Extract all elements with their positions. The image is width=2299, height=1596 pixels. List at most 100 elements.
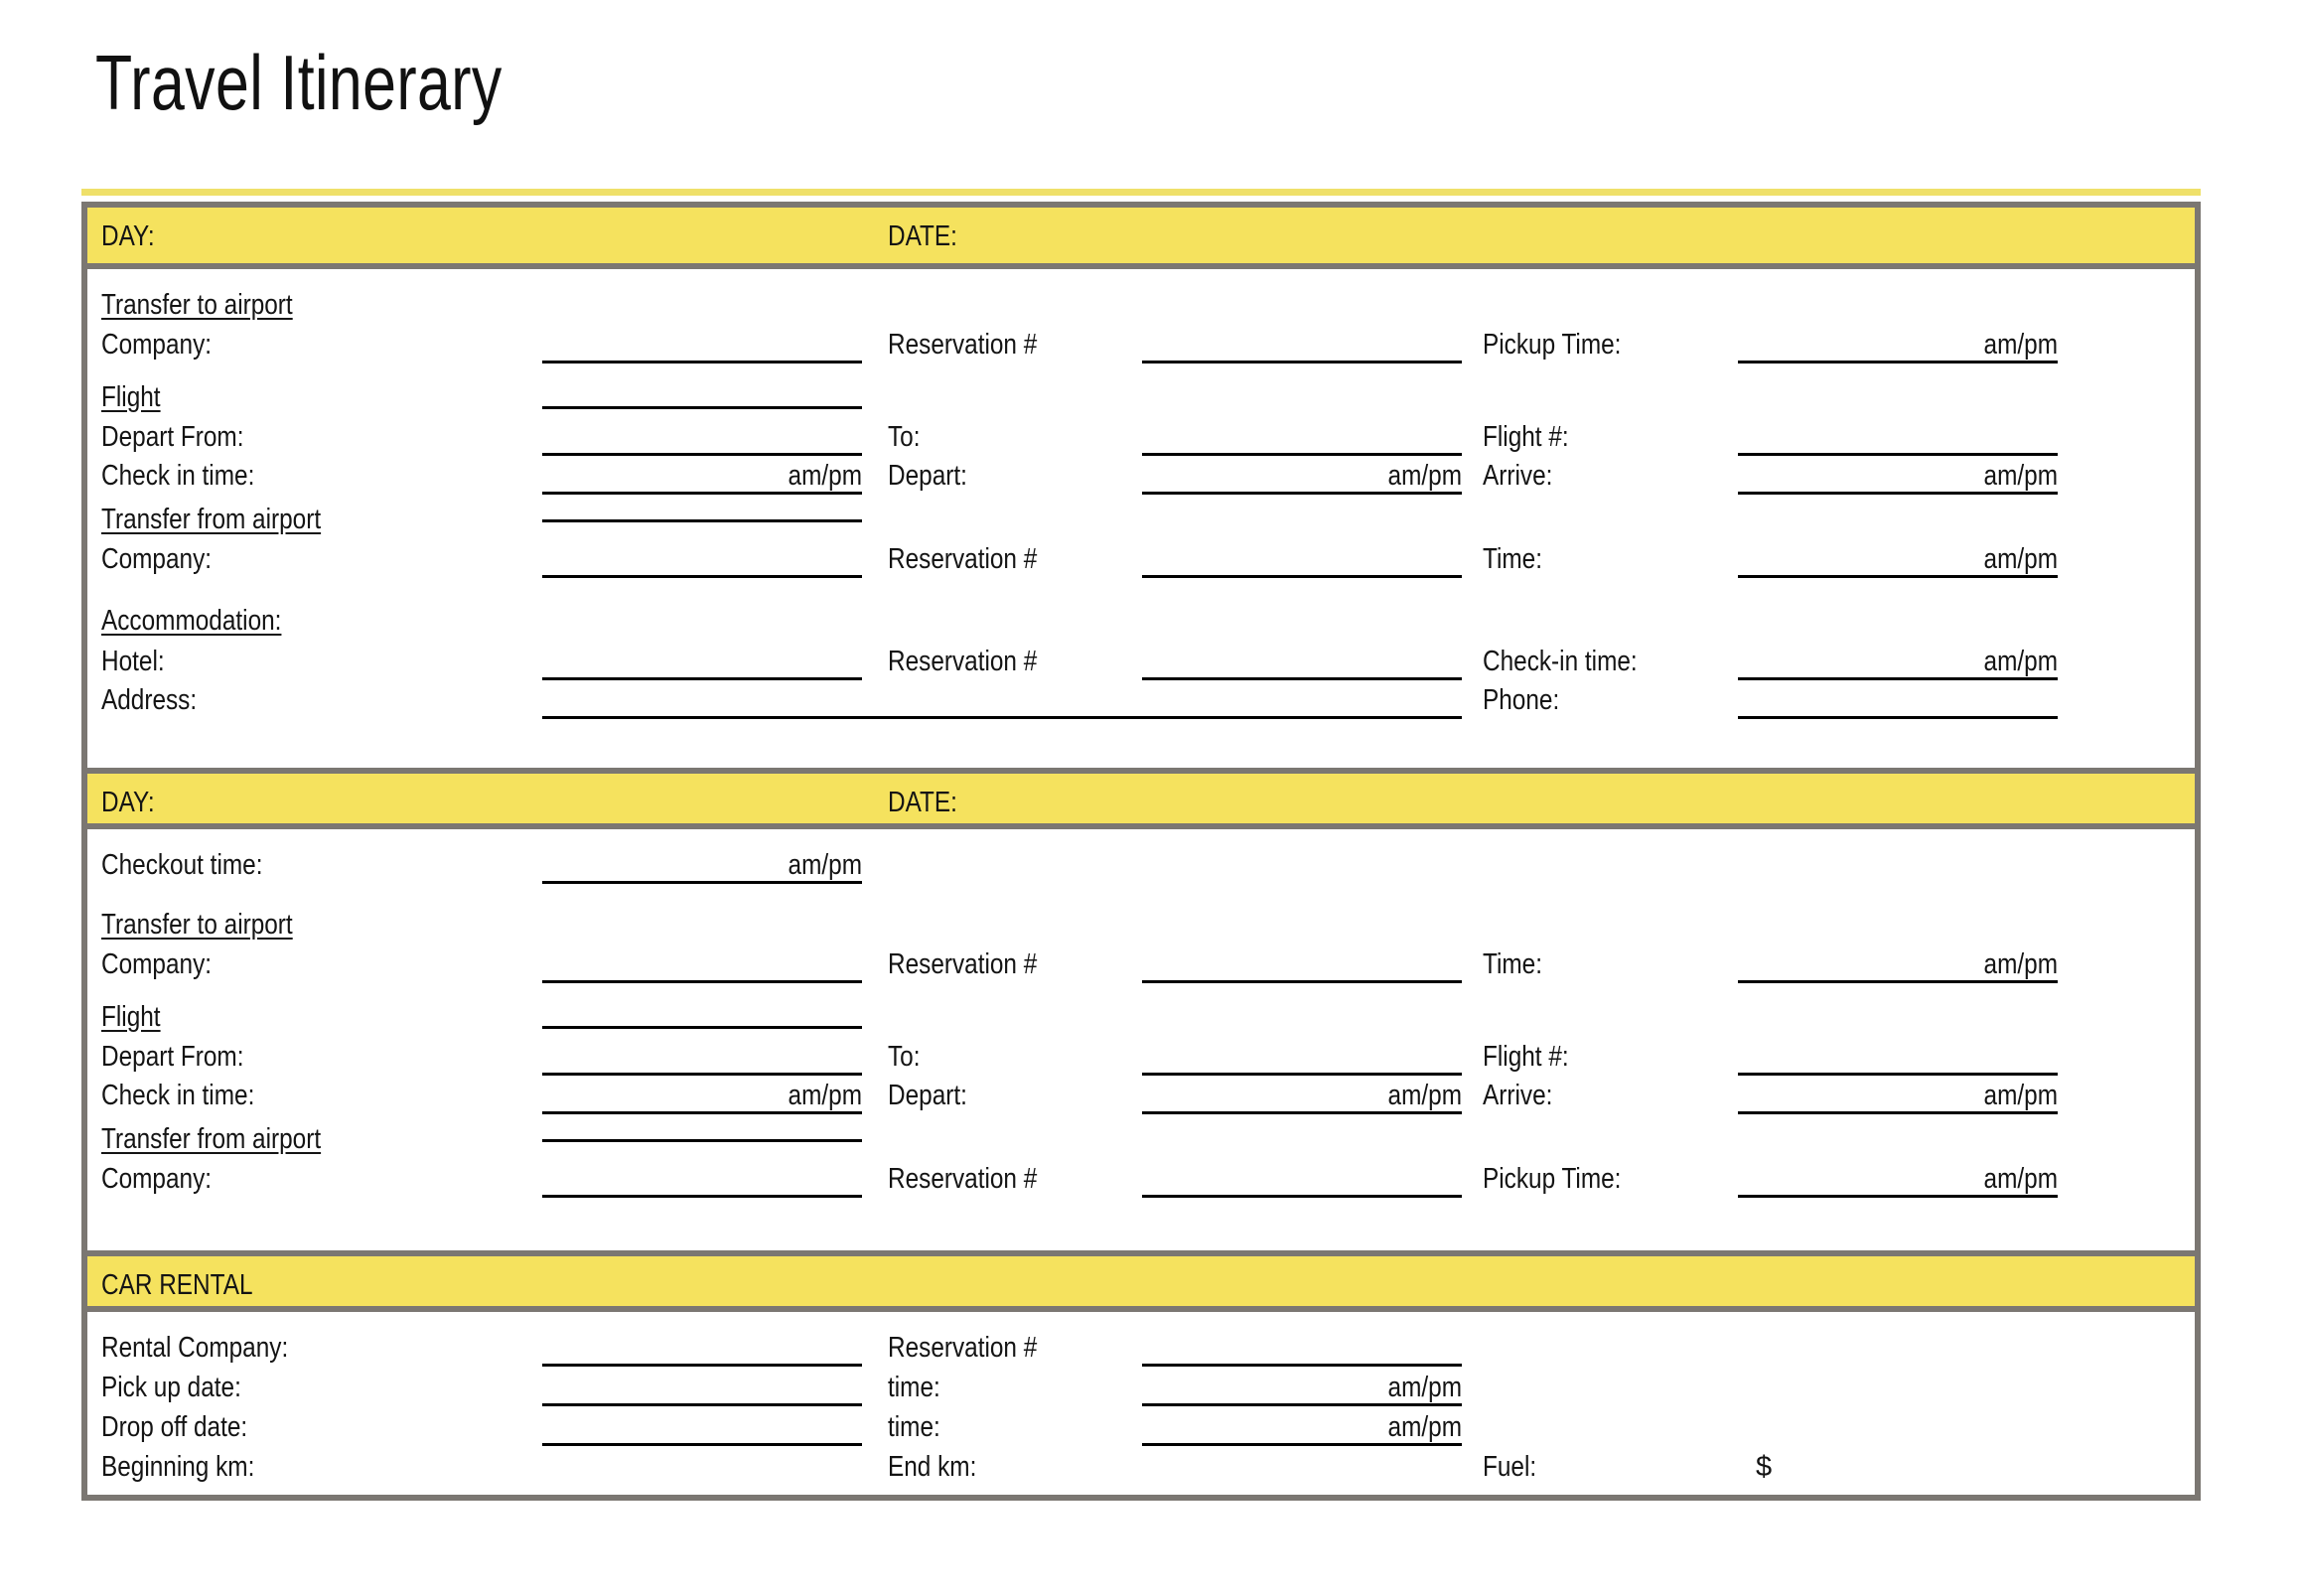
day1-check-in-time-label: Check in time: (101, 460, 255, 492)
day1-accommodation-heading: Accommodation: (101, 605, 282, 637)
day2-arrive-time-input[interactable] (1738, 1111, 2058, 1114)
day2-flight-no-input[interactable] (1738, 1073, 2058, 1076)
day1-depart-from-input[interactable] (542, 453, 862, 456)
day2-transfer-from-pickup-ampm: am/pm (1983, 1163, 2058, 1195)
rental-pick-up-date-label: Pick up date: (101, 1372, 241, 1403)
day2-checkout-ampm: am/pm (788, 849, 862, 881)
day2-checkout-time-input[interactable] (542, 881, 862, 884)
car-rental-heading: CAR RENTAL (101, 1269, 253, 1301)
day2-transfer-from-company-input-top[interactable] (542, 1139, 862, 1142)
rental-drop-off-ampm: am/pm (1387, 1411, 1462, 1443)
travel-itinerary-page: Travel Itinerary DAY: DATE: Transfer to … (0, 0, 2299, 1596)
car-rental-header-band: CAR RENTAL (87, 1250, 2195, 1306)
day2-transfer-from-pickup-time-label: Pickup Time: (1483, 1163, 1622, 1195)
day1-transfer-to-pickup-time-input[interactable] (1738, 361, 2058, 363)
day1-arrive-time-input[interactable] (1738, 492, 2058, 495)
day2-transfer-to-reservation-label: Reservation # (888, 948, 1038, 980)
day2-transfer-from-pickup-input[interactable] (1738, 1195, 2058, 1198)
day2-transfer-to-airport-heading: Transfer to airport (101, 909, 293, 941)
day2-check-in-ampm: am/pm (788, 1080, 862, 1111)
day1-transfer-from-airport-heading: Transfer from airport (101, 504, 322, 535)
day1-hotel-check-in-input[interactable] (1738, 677, 2058, 680)
day2-check-in-time-label: Check in time: (101, 1080, 255, 1111)
day1-transfer-to-reservation-input[interactable] (1142, 361, 1462, 363)
day1-transfer-to-company-input[interactable] (542, 361, 862, 363)
day1-transfer-from-company-label: Company: (101, 543, 213, 575)
day1-arrive-ampm: am/pm (1983, 460, 2058, 492)
day2-transfer-from-reservation-input[interactable] (1142, 1195, 1462, 1198)
day1-hotel-input[interactable] (542, 677, 862, 680)
page-title: Travel Itinerary (95, 39, 503, 126)
day1-transfer-to-reservation-label: Reservation # (888, 329, 1038, 361)
day1-hotel-reservation-input[interactable] (1142, 677, 1462, 680)
day2-transfer-from-company-input[interactable] (542, 1195, 862, 1198)
day2-depart-from-input[interactable] (542, 1073, 862, 1076)
rental-company-label: Rental Company: (101, 1332, 289, 1364)
day2-depart-from-label: Depart From: (101, 1041, 244, 1073)
day1-phone-input[interactable] (1738, 716, 2058, 719)
day1-transfer-from-time-label: Time: (1483, 543, 1543, 575)
rental-fuel-label: Fuel: (1483, 1451, 1537, 1483)
day2-to-input[interactable] (1142, 1073, 1462, 1076)
day2-depart-label: Depart: (888, 1080, 967, 1111)
day1-phone-label: Phone: (1483, 684, 1560, 716)
day2-header-band: DAY: DATE: (87, 768, 2195, 823)
rental-pick-up-time-input[interactable] (1142, 1403, 1462, 1406)
day2-transfer-to-time-label: Time: (1483, 948, 1543, 980)
day2-depart-ampm: am/pm (1387, 1080, 1462, 1111)
day1-depart-time-input[interactable] (1142, 492, 1462, 495)
day1-address-label: Address: (101, 684, 198, 716)
day1-transfer-to-pickup-ampm: am/pm (1983, 329, 2058, 361)
title-underline-rule (81, 189, 2201, 196)
rental-pick-up-date-input[interactable] (542, 1403, 862, 1406)
rental-beginning-km-label: Beginning km: (101, 1451, 255, 1483)
day2-flight-heading: Flight (101, 1001, 161, 1033)
rental-drop-off-date-label: Drop off date: (101, 1411, 248, 1443)
day1-day-label: DAY: (101, 220, 155, 252)
rental-reservation-label: Reservation # (888, 1332, 1038, 1364)
day1-transfer-to-pickup-time-label: Pickup Time: (1483, 329, 1622, 361)
rental-end-km-label: End km: (888, 1451, 977, 1483)
day1-transfer-from-company-input-top[interactable] (542, 519, 862, 522)
day1-transfer-from-reservation-input[interactable] (1142, 575, 1462, 578)
itinerary-table: DAY: DATE: Transfer to airport Company: … (81, 202, 2201, 1501)
day1-depart-from-label: Depart From: (101, 421, 244, 453)
day2-transfer-to-company-input[interactable] (542, 980, 862, 983)
day2-flight-name-input[interactable] (542, 1026, 862, 1029)
day1-to-input[interactable] (1142, 453, 1462, 456)
rental-drop-off-time-input[interactable] (1142, 1443, 1462, 1446)
rental-reservation-input[interactable] (1142, 1364, 1462, 1367)
day1-flight-no-label: Flight #: (1483, 421, 1569, 453)
day1-hotel-reservation-label: Reservation # (888, 646, 1038, 677)
day1-flight-heading: Flight (101, 381, 161, 413)
day1-check-in-time-hotel-label: Check-in time: (1483, 646, 1638, 677)
rental-pick-up-time-label: time: (888, 1372, 940, 1403)
day1-check-in-ampm: am/pm (788, 460, 862, 492)
day1-hotel-check-in-ampm: am/pm (1983, 646, 2058, 677)
rental-fuel-currency: $ (1756, 1451, 1773, 1483)
day1-arrive-label: Arrive: (1483, 460, 1553, 492)
day1-flight-name-input[interactable] (542, 406, 862, 409)
day1-transfer-to-airport-heading: Transfer to airport (101, 289, 293, 321)
rental-drop-off-date-input[interactable] (542, 1443, 862, 1446)
day2-transfer-from-airport-heading: Transfer from airport (101, 1123, 322, 1155)
day1-check-in-time-input[interactable] (542, 492, 862, 495)
day1-address-input[interactable] (542, 716, 1462, 719)
rental-company-input[interactable] (542, 1364, 862, 1367)
day1-depart-ampm: am/pm (1387, 460, 1462, 492)
day2-depart-time-input[interactable] (1142, 1111, 1462, 1114)
day2-transfer-to-reservation-input[interactable] (1142, 980, 1462, 983)
day1-transfer-from-time-input[interactable] (1738, 575, 2058, 578)
day1-transfer-from-company-input[interactable] (542, 575, 862, 578)
day2-transfer-from-reservation-label: Reservation # (888, 1163, 1038, 1195)
day1-date-label: DATE: (888, 220, 957, 252)
day1-to-label: To: (888, 421, 921, 453)
day1-depart-label: Depart: (888, 460, 967, 492)
day1-flight-no-input[interactable] (1738, 453, 2058, 456)
day2-check-in-time-input[interactable] (542, 1111, 862, 1114)
day2-arrive-ampm: am/pm (1983, 1080, 2058, 1111)
day1-block: Transfer to airport Company: Reservation… (87, 263, 2195, 768)
day2-transfer-to-time-input[interactable] (1738, 980, 2058, 983)
day2-transfer-from-company-label: Company: (101, 1163, 213, 1195)
day2-arrive-label: Arrive: (1483, 1080, 1553, 1111)
